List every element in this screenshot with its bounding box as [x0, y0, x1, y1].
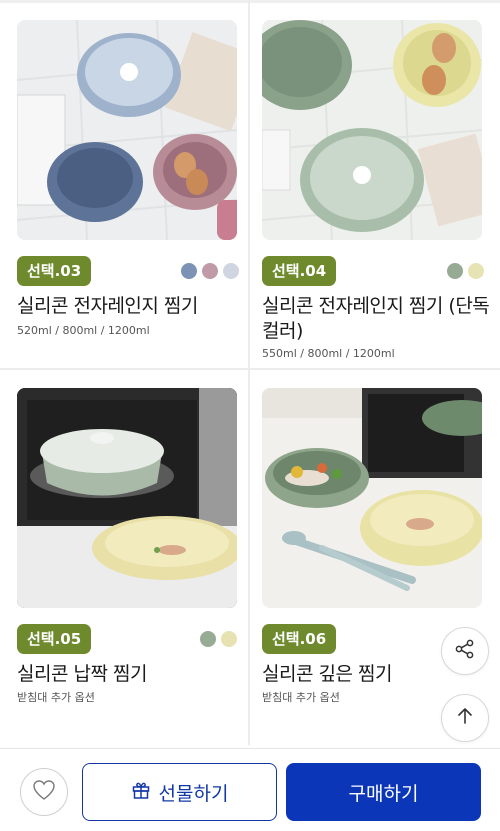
color-swatch [202, 263, 218, 279]
option-badge: 선택.04 [262, 256, 337, 286]
option-badge: 선택.06 [262, 624, 337, 654]
product-image[interactable] [262, 20, 482, 240]
product-card-03[interactable]: 선택.03 실리콘 전자레인지 찜기 520ml / 800ml / 1200m… [0, 0, 248, 368]
product-subtitle: 520ml / 800ml / 1200ml [17, 324, 150, 337]
arrow-up-icon [455, 706, 475, 730]
buy-button[interactable]: 구매하기 [286, 763, 481, 821]
heart-icon [32, 779, 56, 805]
scroll-top-button[interactable] [441, 694, 489, 742]
product-subtitle: 받침대 추가 옵션 [262, 691, 340, 704]
product-image[interactable] [262, 388, 482, 608]
product-image[interactable] [17, 20, 237, 240]
color-swatch [468, 263, 484, 279]
gift-icon [131, 780, 151, 805]
color-swatch [223, 263, 239, 279]
product-card-05[interactable]: 선택.05 실리콘 납짝 찜기 받침대 추가 옵션 [0, 368, 248, 745]
bottom-action-bar: 선물하기 구매하기 [0, 748, 500, 831]
product-title[interactable]: 실리콘 전자레인지 찜기 (단독컬러) [262, 294, 492, 344]
gift-button[interactable]: 선물하기 [82, 763, 277, 821]
color-swatch [447, 263, 463, 279]
option-badge: 선택.05 [17, 624, 92, 654]
color-swatch [181, 263, 197, 279]
option-badge: 선택.03 [17, 256, 92, 286]
product-image[interactable] [17, 388, 237, 608]
color-swatch [200, 631, 216, 647]
wishlist-button[interactable] [20, 768, 68, 816]
product-title[interactable]: 실리콘 납짝 찜기 [17, 662, 242, 687]
buy-button-label: 구매하기 [348, 782, 419, 805]
product-grid: 선택.03 실리콘 전자레인지 찜기 520ml / 800ml / 1200m… [0, 0, 500, 745]
color-swatches [181, 263, 239, 279]
color-swatches [447, 263, 484, 279]
color-swatches [200, 631, 237, 647]
product-subtitle: 550ml / 800ml / 1200ml [262, 347, 395, 360]
product-subtitle: 받침대 추가 옵션 [17, 691, 95, 704]
share-icon [454, 638, 476, 664]
product-title[interactable]: 실리콘 전자레인지 찜기 [17, 294, 242, 319]
gift-button-label: 선물하기 [158, 782, 229, 805]
product-card-04[interactable]: 선택.04 실리콘 전자레인지 찜기 (단독컬러) 550ml / 800ml … [250, 0, 498, 368]
product-card-06[interactable]: 선택.06 실리콘 깊은 찜기 받침대 추가 옵션 [250, 368, 498, 745]
share-button[interactable] [441, 627, 489, 675]
color-swatch [221, 631, 237, 647]
